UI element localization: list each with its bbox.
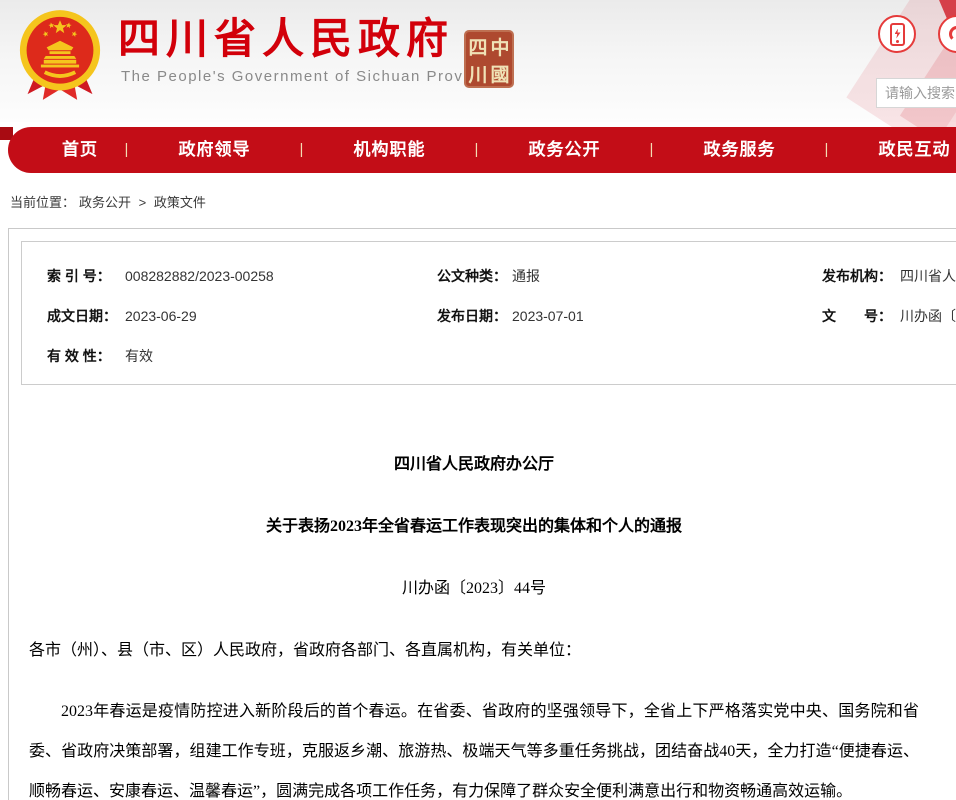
breadcrumb-prefix: 当前位置： — [10, 195, 75, 210]
nav-separator: | — [124, 127, 130, 173]
nav-item-label: 机构职能 — [354, 140, 426, 159]
index-number-value: 008282882/2023-00258 — [125, 256, 274, 296]
document-title: 关于表扬2023年全省春运工作表现突出的集体和个人的通报 — [29, 515, 919, 539]
doc-type-value: 通报 — [512, 256, 540, 296]
validity-label: 有 效 性： — [47, 336, 111, 376]
breadcrumb-separator: > — [139, 195, 147, 210]
nav-item-label: 政务公开 — [529, 140, 601, 159]
document-salutation: 各市（州）、县（市、区）人民政府，省政府各部门、各直属机构，有关单位： — [29, 639, 919, 663]
doc-type-label: 公文种类： — [437, 256, 507, 296]
main-nav: 首页 | 政府领导 | 机构职能 | 政务公开 | 政务服务 | 政民互动 — [8, 127, 956, 173]
document-metadata-box: 索 引 号： 008282882/2023-00258 公文种类： 通报 发布机… — [21, 241, 956, 385]
breadcrumb-link-policy-docs[interactable]: 政策文件 — [154, 195, 206, 210]
nav-item-label: 政府领导 — [179, 140, 251, 159]
nav-separator: | — [824, 127, 830, 173]
seal-char: 國 — [490, 60, 509, 87]
site-header: 四川省人民政府 The People's Government of Sichu… — [0, 0, 956, 122]
written-date-label: 成文日期： — [47, 296, 117, 336]
doc-number-value: 川办函〔 — [900, 296, 956, 336]
nav-separator: | — [474, 127, 480, 173]
publish-date-value: 2023-07-01 — [512, 296, 584, 336]
validity-value: 有效 — [125, 336, 153, 376]
nav-item-label: 政民互动 — [879, 140, 951, 159]
seal-char: 川 — [468, 60, 487, 87]
document-issuer: 四川省人民政府办公厅 — [29, 453, 919, 477]
site-subtitle: The People's Government of Sichuan Provi… — [121, 68, 497, 85]
publish-date-label: 发布日期： — [437, 296, 507, 336]
metadata-row: 成文日期： 2023-06-29 发布日期： 2023-07-01 文 号： 川… — [22, 296, 956, 336]
mobile-version-button[interactable] — [878, 15, 916, 53]
nav-item-gov-info[interactable]: | 政务公开 — [477, 127, 652, 173]
doc-number-label: 文 号： — [822, 296, 892, 336]
content-panel: 索 引 号： 008282882/2023-00258 公文种类： 通报 发布机… — [8, 228, 956, 800]
seal-char: 四 — [468, 33, 487, 60]
bolt-icon — [895, 29, 901, 39]
nav-item-leaders[interactable]: | 政府领导 — [127, 127, 302, 173]
nav-separator: | — [649, 127, 655, 173]
breadcrumb: 当前位置： 政务公开 > 政策文件 — [10, 192, 210, 211]
breadcrumb-link-gov-info[interactable]: 政务公开 — [79, 195, 131, 210]
index-number-label: 索 引 号： — [47, 256, 111, 296]
headset-icon — [949, 26, 956, 42]
phone-icon — [890, 23, 905, 46]
nav-separator: | — [299, 127, 305, 173]
nav-item-interaction[interactable]: | 政民互动 — [827, 127, 956, 173]
nav-item-home[interactable]: 首页 — [8, 127, 127, 173]
metadata-row: 有 效 性： 有效 — [22, 336, 956, 376]
metadata-row: 索 引 号： 008282882/2023-00258 公文种类： 通报 发布机… — [22, 256, 956, 296]
seal-char: 中 — [490, 33, 509, 60]
issuing-agency-value: 四川省人 — [900, 256, 956, 296]
site-title: 四川省人民政府 — [118, 16, 454, 62]
nav-item-functions[interactable]: | 机构职能 — [302, 127, 477, 173]
sichuan-seal-icon: 四 中 川 國 — [464, 30, 514, 88]
page: 四川省人民政府 The People's Government of Sichu… — [0, 0, 956, 800]
issuing-agency-label: 发布机构： — [822, 256, 892, 296]
document-paragraph: 2023年春运是疫情防控进入新阶段后的首个春运。在省委、省政府的坚强领导下，全省… — [29, 692, 919, 800]
written-date-value: 2023-06-29 — [125, 296, 197, 336]
document-body: 四川省人民政府办公厅 关于表扬2023年全省春运工作表现突出的集体和个人的通报 … — [9, 453, 939, 800]
search-input[interactable] — [876, 78, 956, 108]
national-emblem-icon[interactable] — [18, 8, 102, 104]
document-number: 川办函〔2023〕44号 — [29, 577, 919, 601]
nav-item-services[interactable]: | 政务服务 — [652, 127, 827, 173]
nav-item-label: 政务服务 — [704, 140, 776, 159]
